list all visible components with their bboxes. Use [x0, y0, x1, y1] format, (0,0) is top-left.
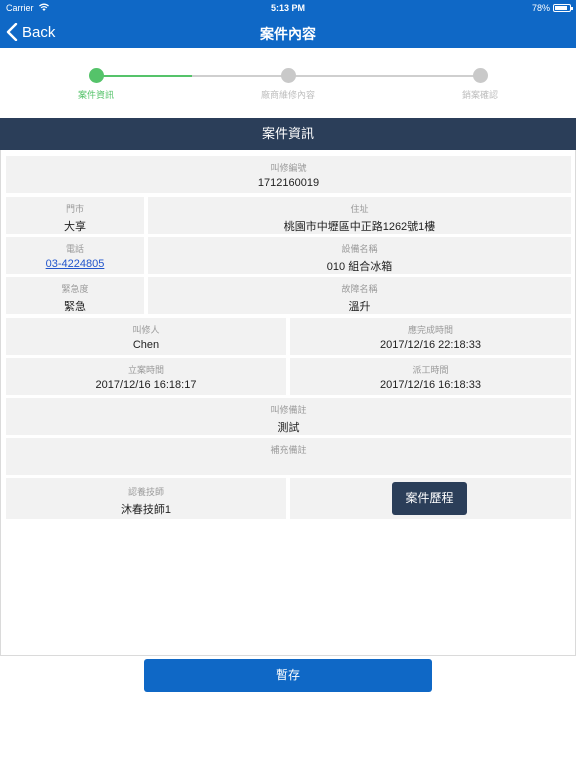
step-label-2: 廠商維修內容	[260, 90, 315, 100]
field-value: 010 組合冰箱	[326, 261, 393, 273]
field-label: 叫修編號	[270, 163, 307, 173]
stepper-track-complete	[96, 75, 192, 77]
field-label: 補充備註	[270, 445, 307, 455]
save-draft-button[interactable]: 暫存	[144, 659, 432, 692]
step-label-3: 銷案確認	[461, 90, 498, 100]
field-value: 緊急	[64, 301, 86, 313]
field-label: 叫修人	[132, 325, 160, 335]
field-note: 叫修備註 測試	[6, 398, 571, 435]
field-label: 住址	[350, 204, 369, 214]
top-bar: Carrier 5:13 PM 78% Back 案件內容	[0, 0, 576, 48]
section-header: 案件資訊	[0, 118, 576, 150]
field-label: 門市	[65, 204, 84, 214]
field-technician: 認養技師 沐春技師1	[6, 478, 286, 519]
field-label: 應完成時間	[407, 325, 453, 335]
field-value: 沐春技師1	[120, 504, 172, 516]
step-label-1: 案件資訊	[77, 90, 114, 100]
step-dot-1	[89, 68, 104, 83]
field-value: 2017/12/16 22:18:33	[380, 339, 481, 351]
battery-icon	[553, 4, 573, 12]
field-open-time: 立案時間 2017/12/16 16:18:17	[6, 358, 286, 395]
field-value: 溫升	[348, 301, 371, 313]
stepper-track-pending	[192, 75, 480, 77]
field-reporter: 叫修人 Chen	[6, 318, 286, 355]
field-label: 認養技師	[127, 487, 164, 497]
case-history-button[interactable]: 案件歷程	[392, 482, 467, 515]
field-value: 2017/12/16 16:18:33	[380, 379, 481, 391]
field-value: 1712160019	[257, 177, 320, 189]
progress-stepper: 案件資訊 廠商維修內容 銷案確認	[0, 48, 576, 118]
field-label: 故障名稱	[341, 284, 378, 294]
field-phone: 電話 03-4224805	[6, 237, 144, 274]
field-dispatch-time: 派工時間 2017/12/16 16:18:33	[290, 358, 571, 395]
field-label: 立案時間	[127, 365, 164, 375]
field-label: 派工時間	[412, 365, 449, 375]
field-value: 桃園市中壢區中正路1262號1樓	[283, 221, 436, 233]
field-label: 叫修備註	[270, 405, 307, 415]
field-address: 住址 桃園市中壢區中正路1262號1樓	[148, 197, 571, 234]
field-label: 電話	[65, 244, 84, 254]
page-title: 案件內容	[260, 26, 316, 42]
field-store: 門市 大享	[6, 197, 144, 234]
step-dot-2	[281, 68, 296, 83]
field-extra-note: 補充備註	[6, 438, 571, 475]
field-repair-no: 叫修編號 1712160019	[6, 156, 571, 193]
phone-link[interactable]: 03-4224805	[6, 258, 144, 270]
field-value: 2017/12/16 16:18:17	[95, 379, 197, 391]
clock: 5:13 PM	[270, 3, 305, 13]
step-dot-3	[473, 68, 488, 83]
field-label: 緊急度	[61, 284, 89, 294]
field-value: 測試	[277, 422, 300, 434]
field-due-time: 應完成時間 2017/12/16 22:18:33	[290, 318, 571, 355]
field-value: Chen	[132, 339, 160, 351]
field-urgency: 緊急度 緊急	[6, 277, 144, 314]
field-fault: 故障名稱 溫升	[148, 277, 571, 314]
field-equipment: 設備名稱 010 組合冰箱	[148, 237, 571, 274]
field-label: 設備名稱	[341, 244, 378, 254]
status-bar: Carrier 5:13 PM 78%	[0, 0, 576, 16]
battery-percent: 78%	[531, 3, 550, 13]
field-value: 大享	[64, 221, 86, 233]
